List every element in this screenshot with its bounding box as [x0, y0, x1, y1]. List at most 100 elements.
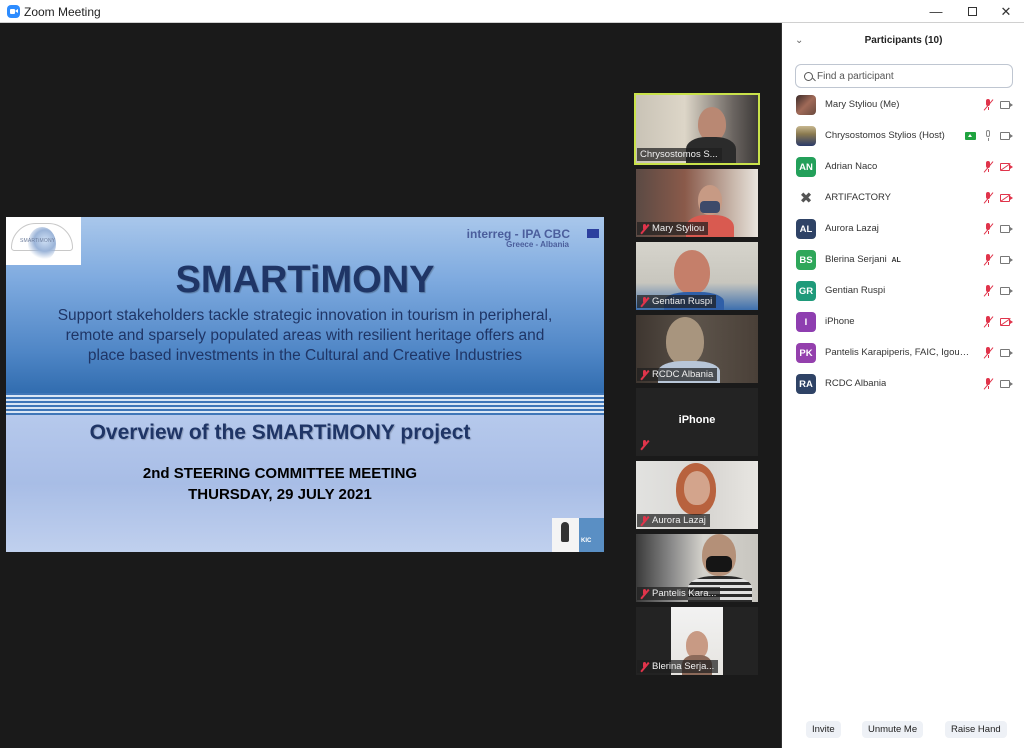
video-tile[interactable]: Chrysostomos S...	[634, 93, 760, 165]
meeting-date: THURSDAY, 29 JULY 2021	[188, 486, 372, 503]
avatar: BS	[796, 250, 816, 270]
participant-name: Gentian Ruspi	[825, 285, 886, 296]
video-tile[interactable]: Pantelis Kara...	[636, 534, 758, 602]
screen-share-icon	[965, 132, 976, 140]
video-camera-icon[interactable]	[1000, 225, 1010, 233]
tile-name: Gentian Ruspi	[652, 296, 713, 307]
muted-mic-icon	[640, 369, 649, 380]
tile-name: Blerina Serja...	[652, 661, 715, 672]
participant-tag: AL	[891, 257, 901, 264]
video-tile[interactable]: Gentian Ruspi	[636, 242, 758, 310]
avatar: RA	[796, 374, 816, 394]
muted-mic-icon	[640, 223, 649, 234]
participant-name: Adrian Naco	[825, 161, 878, 172]
participant-row[interactable]: GR Gentian Ruspi	[782, 276, 1024, 307]
slide-divider-stripes	[6, 393, 604, 415]
participant-search[interactable]	[795, 64, 1013, 88]
muted-mic-icon[interactable]	[983, 99, 993, 112]
participant-row[interactable]: ✖ ARTIFACTORY	[782, 183, 1024, 214]
avatar	[796, 126, 816, 146]
muted-mic-icon[interactable]	[983, 285, 993, 298]
close-icon: ✕	[1000, 3, 1012, 19]
logo-text: SMARTiMONY	[20, 238, 56, 244]
muted-mic-icon[interactable]	[983, 378, 993, 391]
interreg-program-sub: Greece - Albania	[506, 240, 569, 249]
participant-name: Aurora Lazaj	[825, 223, 879, 234]
face-mask	[700, 201, 720, 213]
tile-name-bar: Blerina Serja...	[637, 660, 719, 673]
participant-row[interactable]: AN Adrian Naco	[782, 152, 1024, 183]
artifactory-logo-avatar: ✖	[796, 188, 816, 208]
video-camera-icon[interactable]	[1000, 349, 1010, 357]
participants-panel: ⌄ Participants (10) Mary Styliou (Me) Ch…	[781, 23, 1024, 748]
participant-name: RCDC Albania	[825, 378, 887, 389]
participant-row[interactable]: RA RCDC Albania	[782, 369, 1024, 400]
minimize-icon: —	[929, 4, 943, 19]
participant-row[interactable]: PK Pantelis Karapiperis, FAIC, Igoum...	[782, 338, 1024, 369]
logo-wave-icon	[28, 227, 56, 261]
university-logo	[552, 518, 579, 552]
video-camera-icon[interactable]	[1000, 101, 1010, 109]
eu-flag-icon	[587, 229, 599, 238]
muted-mic-icon[interactable]	[983, 192, 993, 205]
window-title: Zoom Meeting	[24, 5, 101, 19]
invite-button[interactable]: Invite	[806, 721, 841, 738]
maximize-button[interactable]	[954, 0, 990, 23]
video-tile[interactable]: Aurora Lazaj	[636, 461, 758, 529]
video-camera-icon[interactable]	[1000, 380, 1010, 388]
video-tile[interactable]: Blerina Serja...	[636, 607, 758, 675]
unmute-me-button[interactable]: Unmute Me	[862, 721, 924, 738]
video-off-icon[interactable]	[1000, 318, 1010, 326]
zoom-app-icon	[7, 5, 20, 18]
microphone-icon[interactable]	[983, 130, 993, 143]
tile-name: Aurora Lazaj	[652, 515, 706, 526]
tile-name-bar: RCDC Albania	[637, 368, 718, 381]
slide-title: SMARTiMONY	[175, 259, 435, 301]
participant-name: Blerina Serjani AL	[825, 254, 901, 265]
avatar: AL	[796, 219, 816, 239]
video-camera-icon[interactable]	[1000, 256, 1010, 264]
tile-name: RCDC Albania	[652, 369, 714, 380]
participant-name-text: Blerina Serjani	[825, 254, 887, 265]
muted-mic-icon[interactable]	[983, 161, 993, 174]
participant-name: Pantelis Karapiperis, FAIC, Igoum...	[825, 347, 975, 358]
participant-face	[698, 107, 726, 141]
tile-name-bar: Gentian Ruspi	[637, 295, 717, 308]
participant-name: ARTIFACTORY	[825, 192, 891, 203]
muted-mic-icon[interactable]	[983, 223, 993, 236]
title-bar: Zoom Meeting — ✕	[0, 0, 1024, 23]
tile-name-bar: Pantelis Kara...	[637, 587, 721, 600]
video-off-icon[interactable]	[1000, 194, 1010, 202]
video-tile[interactable]: iPhone	[636, 388, 758, 456]
video-off-icon[interactable]	[1000, 163, 1010, 171]
muted-mic-icon	[640, 296, 649, 307]
participant-row[interactable]: AL Aurora Lazaj	[782, 214, 1024, 245]
participant-row[interactable]: Mary Styliou (Me)	[782, 90, 1024, 121]
muted-mic-icon	[640, 661, 649, 672]
tile-name: Pantelis Kara...	[652, 588, 717, 599]
close-button[interactable]: ✕	[988, 0, 1024, 23]
participant-row[interactable]: Chrysostomos Stylios (Host)	[782, 121, 1024, 152]
minimize-button[interactable]: —	[918, 0, 954, 23]
video-tile[interactable]: Mary Styliou	[636, 169, 758, 237]
tile-name: Chrysostomos S...	[640, 149, 718, 160]
muted-mic-icon[interactable]	[983, 254, 993, 267]
smartimony-logo: SMARTiMONY	[6, 217, 81, 265]
participant-row[interactable]: I iPhone	[782, 307, 1024, 338]
raise-hand-button[interactable]: Raise Hand	[945, 721, 1007, 738]
participant-row[interactable]: BS Blerina Serjani AL	[782, 245, 1024, 276]
muted-mic-icon[interactable]	[983, 316, 993, 329]
participant-search-input[interactable]	[817, 70, 997, 82]
muted-mic-icon[interactable]	[983, 347, 993, 360]
participant-face	[666, 317, 704, 365]
participant-face	[674, 250, 710, 294]
slide-meeting-info: 2nd STEERING COMMITTEE MEETING THURSDAY,…	[6, 463, 554, 505]
video-camera-icon[interactable]	[1000, 132, 1010, 140]
video-camera-icon[interactable]	[1000, 287, 1010, 295]
tile-name-bar: Aurora Lazaj	[637, 514, 710, 527]
tile-name-centered: iPhone	[678, 414, 716, 426]
search-icon	[804, 71, 813, 81]
avatar: GR	[796, 281, 816, 301]
video-tile[interactable]: RCDC Albania	[636, 315, 758, 383]
maximize-icon	[967, 7, 977, 16]
